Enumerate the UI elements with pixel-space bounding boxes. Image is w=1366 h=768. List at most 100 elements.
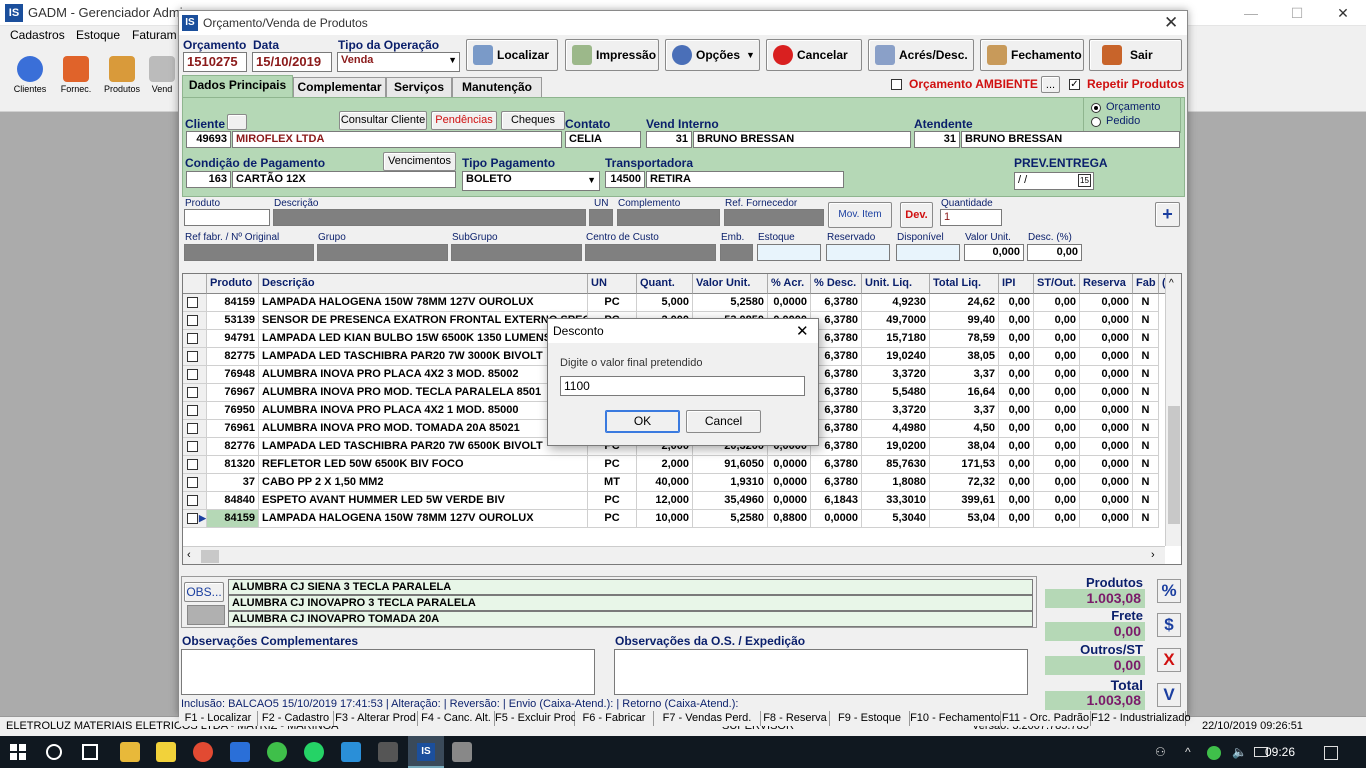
fkey-button[interactable]: F3 - Alterar Prod [334,711,418,726]
add-item-button[interactable]: + [1155,202,1180,227]
produto-input[interactable] [184,209,270,226]
minimize-icon[interactable]: — [1228,0,1274,26]
atendente-name[interactable]: BRUNO BRESSAN [961,131,1180,148]
calculator-icon[interactable] [378,742,398,762]
table-row[interactable]: 37 CABO PP 2 X 1,50 MM2 MT 40,000 1,9310 0,00… [183,474,1181,492]
frete-value[interactable]: 0,00 [1045,622,1145,641]
opcoes-button[interactable]: Opções ▼ [665,39,760,71]
grid-header-cell[interactable] [183,274,207,294]
row-checkbox[interactable] [187,333,198,344]
confirm-button[interactable]: V [1157,683,1181,707]
grid-header-cell[interactable]: Reserva [1080,274,1133,294]
obs-line-2[interactable]: ALUMBRA CJ INOVAPRO 3 TECLA PARALELA [228,595,1033,611]
grid-header-cell[interactable]: Fab [1133,274,1159,294]
repetir-produtos-checkbox[interactable]: ✓ [1069,79,1080,90]
row-select-cell[interactable] [183,492,207,510]
fkey-button[interactable]: F9 - Estoque [830,711,910,726]
ambiente-ellipsis-button[interactable]: ... [1041,76,1060,93]
chevron-up-icon[interactable]: ^ [1185,745,1191,759]
task-view-icon[interactable] [82,744,98,760]
grid-header-cell[interactable]: ST/Out. [1034,274,1080,294]
tab-complementar[interactable]: Complementar [293,77,386,97]
dollar-button[interactable]: $ [1157,613,1181,637]
obs-line-1[interactable]: ALUMBRA CJ SIENA 3 TECLA PARALELA [228,579,1033,595]
app-icon-green[interactable] [267,742,287,762]
teamviewer-icon[interactable] [341,742,361,762]
obs-line-3[interactable]: ALUMBRA CJ INOVAPRO TOMADA 20A [228,611,1033,627]
cond-pag-code[interactable]: 163 [186,171,231,188]
cliente-lookup-button[interactable] [227,114,247,130]
contato-field[interactable]: CELIA [565,131,641,148]
obs-button[interactable]: OBS... [184,582,224,602]
cancelar-button[interactable]: Cancelar [766,39,862,71]
vencimentos-button[interactable]: Vencimentos [383,152,456,171]
row-select-cell[interactable] [183,312,207,330]
acres-desc-button[interactable]: Acrés/Desc. [868,39,974,71]
app-icon-gray[interactable] [452,742,472,762]
desconto-value-input[interactable]: 1100 [560,376,805,396]
outros-value[interactable]: 0,00 [1045,656,1145,675]
vertical-scroll-thumb[interactable] [1168,406,1180,524]
fkey-button[interactable]: F1 - Localizar [179,711,258,726]
obs-comp-textarea[interactable] [181,649,595,695]
grid-header-cell[interactable]: Descrição [259,274,588,294]
grid-header-cell[interactable]: UN [588,274,637,294]
desc-pct-input[interactable]: 0,00 [1027,244,1082,261]
fkey-button[interactable]: F7 - Vendas Perd. [654,711,761,726]
row-checkbox[interactable] [187,297,198,308]
grid-header-cell[interactable]: Valor Unit. [693,274,768,294]
pendencias-button[interactable]: Pendências [431,111,497,130]
orcamento-ambiente-checkbox[interactable] [891,79,902,90]
orcamento-number[interactable]: 1510275 [183,52,247,72]
row-checkbox[interactable] [187,495,198,506]
calendar-icon[interactable]: 15 [1078,174,1091,187]
taskbar-clock[interactable]: 09:26 [1265,745,1295,759]
row-checkbox[interactable] [187,477,198,488]
mov-item-button[interactable]: Mov. Item [828,202,892,228]
maximize-icon[interactable]: ☐ [1274,0,1320,26]
desconto-ok-button[interactable]: OK [605,410,680,433]
fkey-button[interactable]: F5 - Excluir Prod [495,711,577,726]
menu-cadastros[interactable]: Cadastros [10,28,65,42]
row-select-cell[interactable] [183,438,207,456]
vend-name[interactable]: BRUNO BRESSAN [693,131,911,148]
toolbar-clientes[interactable]: Clientes [8,56,52,94]
data-field[interactable]: 15/10/2019 [252,52,332,72]
grid-vertical-scrollbar[interactable]: ^ [1165,274,1181,546]
app-icon-blue[interactable] [230,742,250,762]
row-checkbox[interactable] [187,351,198,362]
chrome-icon[interactable] [193,742,213,762]
row-checkbox[interactable] [187,387,198,398]
dialog-close-icon[interactable]: ✕ [1164,13,1178,33]
localizar-button[interactable]: Localizar [466,39,558,71]
valor-unit-input[interactable]: 0,000 [964,244,1024,261]
grid-header-cell[interactable]: IPI [999,274,1034,294]
row-select-cell[interactable] [183,348,207,366]
grid-header-cell[interactable]: % Acr. [768,274,811,294]
vend-code[interactable]: 31 [646,131,692,148]
notifications-icon[interactable] [1324,746,1338,760]
menu-estoque[interactable]: Estoque [76,28,120,42]
delete-button[interactable]: X [1157,648,1181,672]
horizontal-scroll-thumb[interactable] [201,550,219,563]
row-checkbox[interactable] [187,315,198,326]
row-checkbox[interactable] [187,369,198,380]
grid-header-cell[interactable]: Total Liq. [930,274,999,294]
quantidade-input[interactable]: 1 [940,209,1002,226]
fechamento-button[interactable]: Fechamento [980,39,1084,71]
prev-entrega-field[interactable]: / / 15 [1014,172,1094,190]
grid-header-cell[interactable]: Quant. [637,274,693,294]
table-row[interactable]: ▶ 84159 LAMPADA HALOGENA 150W 78MM 127V OU… [183,510,1181,528]
table-row[interactable]: 84840 ESPETO AVANT HUMMER LED 5W VERDE BI… [183,492,1181,510]
toolbar-vendas[interactable]: Vend [146,56,178,94]
row-checkbox[interactable] [187,423,198,434]
transp-name[interactable]: RETIRA [646,171,844,188]
table-row[interactable]: 84159 LAMPADA HALOGENA 150W 78MM 127V OUR… [183,294,1181,312]
fkey-button[interactable]: F12 - Industrializado [1091,711,1191,726]
desconto-close-icon[interactable]: ✕ [796,322,809,340]
atendente-code[interactable]: 31 [914,131,960,148]
row-checkbox[interactable] [187,513,198,524]
sticky-notes-icon[interactable] [156,742,176,762]
file-explorer-icon[interactable] [120,742,140,762]
search-icon[interactable] [46,744,62,760]
